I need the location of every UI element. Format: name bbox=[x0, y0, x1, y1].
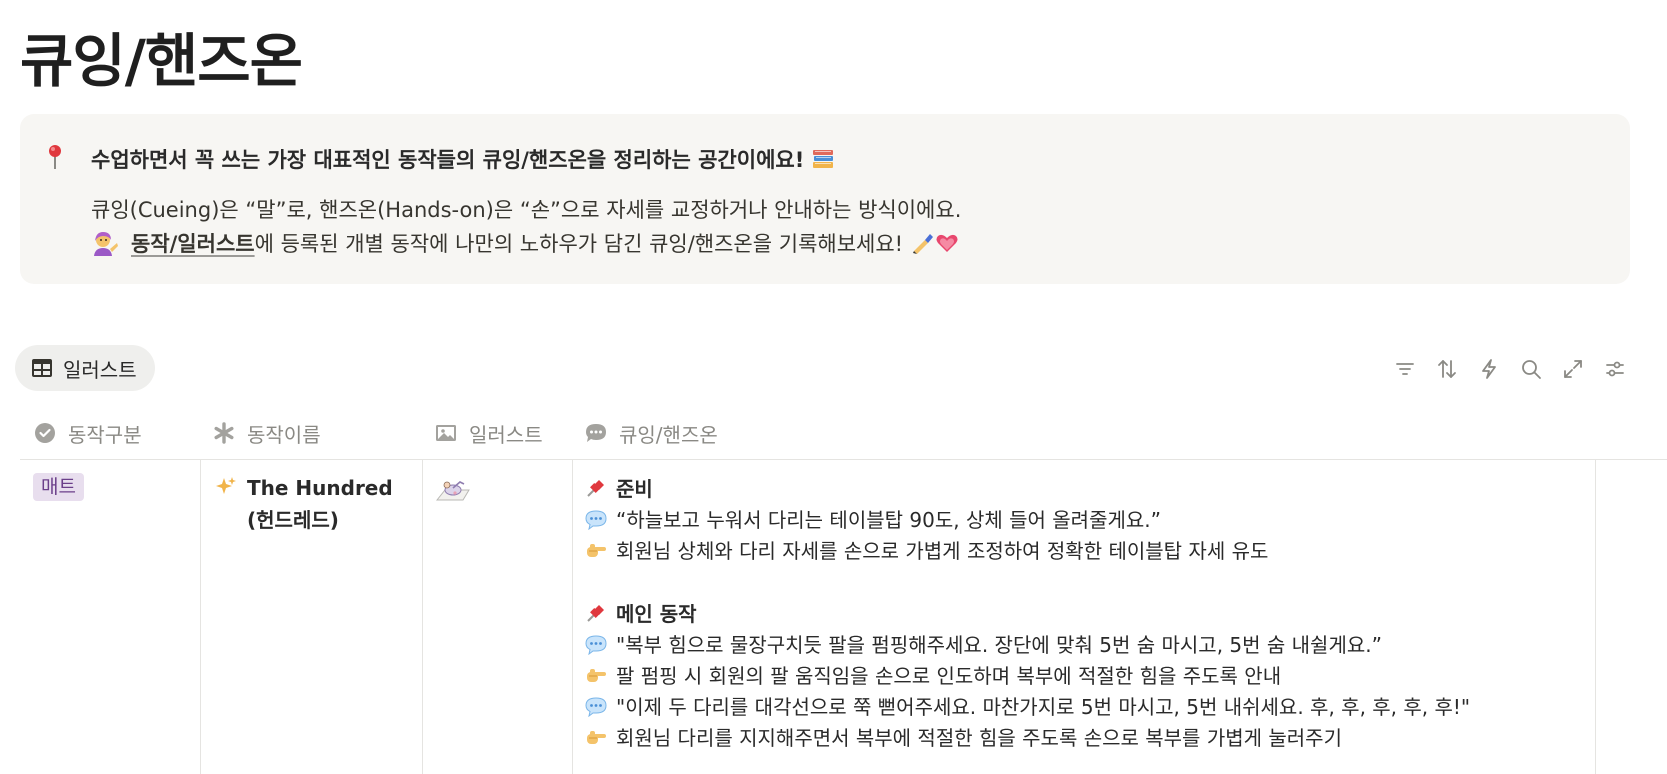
cue-hands-on-line: 회원님 상체와 다리 자세를 손으로 가볍게 조정하여 정확한 테이블탑 자세 … bbox=[585, 534, 1585, 565]
settings-icon bbox=[1605, 361, 1624, 376]
automation-button[interactable] bbox=[1476, 356, 1501, 381]
callout: 수업하면서 꼭 쓰는 가장 대표적인 동작들의 큐잉/핸즈온을 정리하는 공간이… bbox=[20, 114, 1630, 284]
pointing-hand-icon bbox=[587, 668, 606, 682]
expand-button[interactable] bbox=[1560, 356, 1585, 381]
column-header-label: 일러스트 bbox=[469, 422, 543, 447]
column-header-label: 큐잉/핸즈온 bbox=[619, 422, 718, 447]
cue-speech-line: "이제 두 다리를 대각선으로 쭉 뻗어주세요. 마찬가지로 5번 마시고, 5… bbox=[585, 690, 1585, 721]
image-icon bbox=[436, 425, 456, 441]
category-tag[interactable]: 매트 bbox=[33, 473, 84, 501]
table-icon bbox=[32, 359, 52, 377]
column-header-category[interactable]: 동작구분 bbox=[34, 418, 142, 448]
round-pushpin-icon bbox=[49, 145, 61, 169]
pushpin-icon bbox=[587, 604, 604, 622]
illustration-thumbnail[interactable] bbox=[435, 476, 471, 504]
callout-description: 큐잉(Cueing)은 “말”로, 핸즈온(Hands-on)은 “손”으로 자… bbox=[91, 198, 962, 222]
column-header-label: 동작구분 bbox=[68, 422, 142, 447]
sort-icon bbox=[1437, 359, 1456, 378]
column-header-cueing[interactable]: 큐잉/핸즈온 bbox=[585, 418, 718, 448]
callout-guide-text: 에 등록된 개별 동작에 나만의 노하우가 담긴 큐잉/핸즈온을 기록해보세요! bbox=[254, 232, 904, 256]
sparkles-icon bbox=[216, 477, 236, 494]
comment-icon bbox=[586, 424, 606, 442]
column-header-name[interactable]: 동작이름 bbox=[213, 418, 321, 448]
view-settings-button[interactable] bbox=[1602, 356, 1627, 381]
speech-bubble-icon bbox=[585, 634, 607, 655]
speech-bubble-icon bbox=[585, 696, 607, 717]
cue-hands-on-line: 회원님 다리를 지지해주면서 복부에 적절한 힘을 주도록 손으로 복부를 가볍… bbox=[585, 721, 1585, 752]
search-button[interactable] bbox=[1518, 356, 1543, 381]
filter-icon bbox=[1395, 362, 1414, 375]
speech-bubble-icon bbox=[585, 509, 607, 530]
cue-speech-line: "복부 힘으로 물장구치듯 팔을 펌핑해주세요. 장단에 맞춰 5번 숨 마시고… bbox=[585, 628, 1585, 659]
column-divider bbox=[572, 460, 573, 774]
cue-hands-on-line: 팔 펌핑 시 회원의 팔 움직임을 손으로 인도하며 복부에 적절한 힘을 주도… bbox=[585, 659, 1585, 690]
name-cell[interactable]: The Hundred (헌드레드) bbox=[215, 472, 410, 536]
table-header-divider bbox=[20, 459, 1667, 460]
cueing-cell[interactable]: 준비 “하늘보고 누워서 다리는 테이블탑 90도, 상체 들어 올려줄게요.”… bbox=[585, 472, 1585, 752]
books-icon bbox=[813, 150, 834, 168]
column-header-label: 동작이름 bbox=[247, 422, 321, 447]
column-divider bbox=[422, 460, 423, 774]
view-tab-illustration[interactable]: 일러스트 bbox=[15, 345, 155, 391]
cue-speech-line: “하늘보고 누워서 다리는 테이블탑 90도, 상체 들어 올려줄게요.” bbox=[585, 503, 1585, 534]
column-divider bbox=[200, 460, 201, 774]
lightning-icon bbox=[1481, 358, 1496, 379]
search-icon bbox=[1521, 359, 1541, 379]
expand-icon bbox=[1563, 359, 1582, 378]
movement-name: The Hundred (헌드레드) bbox=[247, 476, 393, 532]
sort-button[interactable] bbox=[1434, 356, 1459, 381]
cue-section-title: 준비 bbox=[585, 472, 1585, 503]
callout-headline-text: 수업하면서 꼭 쓰는 가장 대표적인 동작들의 큐잉/핸즈온을 정리하는 공간이… bbox=[91, 148, 805, 172]
callout-guide-line: 동작/일러스트 에 등록된 개별 동작에 나만의 노하우가 담긴 큐잉/핸즈온을 … bbox=[91, 228, 959, 258]
pointing-hand-icon bbox=[587, 543, 606, 557]
writing-hand-icon bbox=[913, 234, 934, 254]
cue-section-title: 메인 동작 bbox=[585, 597, 1585, 628]
column-header-illustration[interactable]: 일러스트 bbox=[435, 418, 543, 448]
person-tipping-hand-icon bbox=[94, 232, 118, 256]
view-toolbar bbox=[1392, 356, 1627, 381]
pushpin-icon bbox=[587, 479, 604, 497]
asterisk-icon bbox=[214, 422, 234, 444]
view-tab-label: 일러스트 bbox=[63, 357, 137, 382]
filter-button[interactable] bbox=[1392, 356, 1417, 381]
status-check-icon bbox=[35, 423, 55, 443]
callout-headline: 수업하면서 꼭 쓰는 가장 대표적인 동작들의 큐잉/핸즈온을 정리하는 공간이… bbox=[91, 144, 834, 174]
page-title: 큐잉/핸즈온 bbox=[20, 27, 303, 95]
column-divider bbox=[1595, 460, 1596, 774]
heart-icon bbox=[936, 234, 958, 252]
pointing-hand-icon bbox=[587, 730, 606, 744]
illustration-link[interactable]: 동작/일러스트 bbox=[131, 228, 255, 258]
